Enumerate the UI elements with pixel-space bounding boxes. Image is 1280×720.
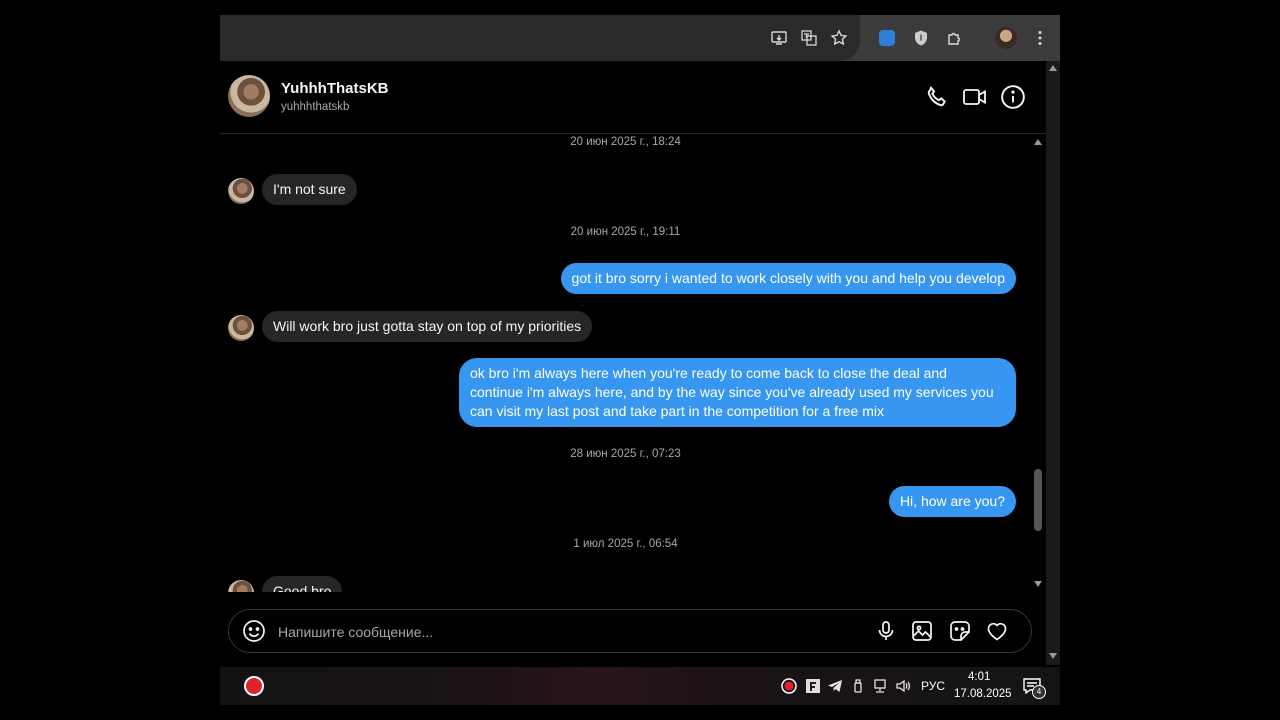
message-timestamp: 20 июн 2025 г., 18:24 <box>570 136 681 148</box>
message-scrollbar[interactable] <box>1031 134 1045 592</box>
extensions-puzzle-icon[interactable] <box>944 27 966 49</box>
bookmark-star-icon[interactable] <box>828 27 850 49</box>
page-scroll-up-arrow[interactable] <box>1049 65 1057 71</box>
scroll-thumb[interactable] <box>1034 469 1042 531</box>
message-input[interactable] <box>276 620 840 644</box>
record-icon[interactable] <box>781 677 797 695</box>
extension-translate-icon[interactable] <box>879 30 895 46</box>
outgoing-message[interactable]: Hi, how are you? <box>888 486 1016 517</box>
incoming-message[interactable]: Good bro <box>262 576 343 592</box>
volume-icon[interactable] <box>895 677 911 695</box>
profile-avatar[interactable] <box>995 27 1017 49</box>
browser-toolbar <box>220 15 1060 61</box>
emoji-icon[interactable] <box>242 619 266 643</box>
incoming-message[interactable]: Will work bro just gotta stay on top of … <box>262 311 593 342</box>
address-bar[interactable] <box>220 15 860 61</box>
sender-avatar[interactable] <box>228 178 254 204</box>
info-icon[interactable] <box>1000 84 1026 110</box>
message-timestamp: 20 июн 2025 г., 19:11 <box>570 226 681 238</box>
message-timestamp: 28 июн 2025 г., 07:23 <box>570 448 681 460</box>
sender-avatar[interactable] <box>228 580 254 592</box>
message-timestamp: 1 июл 2025 г., 06:54 <box>573 538 678 550</box>
record-button[interactable] <box>244 676 264 696</box>
message-line: ok bro i'm always here when you're ready… <box>470 365 947 381</box>
scroll-down-arrow[interactable] <box>1034 581 1042 587</box>
usb-icon[interactable] <box>850 677 866 695</box>
contact-username: yuhhhthatskb <box>281 101 350 113</box>
outgoing-message[interactable]: got it bro sorry i wanted to work closel… <box>560 263 1016 294</box>
clock-date[interactable]: 17.08.2025 <box>954 688 1012 700</box>
scroll-up-arrow[interactable] <box>1034 139 1042 145</box>
incoming-message[interactable]: I'm not sure <box>262 174 357 205</box>
contact-avatar[interactable] <box>228 75 270 117</box>
extension-shield-icon[interactable] <box>910 27 932 49</box>
translate-icon[interactable] <box>798 27 820 49</box>
contact-name[interactable]: YuhhhThatsKB <box>281 80 389 97</box>
heart-icon[interactable] <box>985 619 1009 643</box>
phone-icon[interactable] <box>924 84 950 110</box>
message-composer <box>228 609 1032 653</box>
screen: YuhhhThatsKB yuhhhthatskb 20 июн 2025 г.… <box>220 15 1060 705</box>
menu-kebab-icon[interactable] <box>1029 27 1051 49</box>
telegram-icon[interactable] <box>827 677 843 695</box>
message-line: can visit my last post and take part in … <box>470 403 884 419</box>
sticker-icon[interactable] <box>948 619 972 643</box>
message-line: continue i'm always here, and by the way… <box>470 384 994 400</box>
page-scrollbar[interactable] <box>1046 61 1060 665</box>
video-icon[interactable] <box>962 84 988 110</box>
page-scroll-down-arrow[interactable] <box>1049 653 1057 659</box>
clock-time[interactable]: 4:01 <box>968 671 990 683</box>
os-taskbar: РУС 4:01 17.08.2025 4 <box>220 667 1060 705</box>
keyboard-language[interactable]: РУС <box>921 679 945 693</box>
chat-header: YuhhhThatsKB yuhhhthatskb <box>220 61 1046 134</box>
notification-count-badge: 4 <box>1032 685 1046 699</box>
sender-avatar[interactable] <box>228 315 254 341</box>
network-icon[interactable] <box>872 677 888 695</box>
microphone-icon[interactable] <box>874 619 898 643</box>
message-list[interactable]: 20 июн 2025 г., 18:24 I'm not sure 20 ию… <box>220 134 1031 592</box>
install-app-icon[interactable] <box>768 27 790 49</box>
app-f-icon[interactable] <box>805 677 821 695</box>
image-icon[interactable] <box>910 619 934 643</box>
outgoing-message[interactable]: ok bro i'm always here when you're ready… <box>459 358 1016 427</box>
